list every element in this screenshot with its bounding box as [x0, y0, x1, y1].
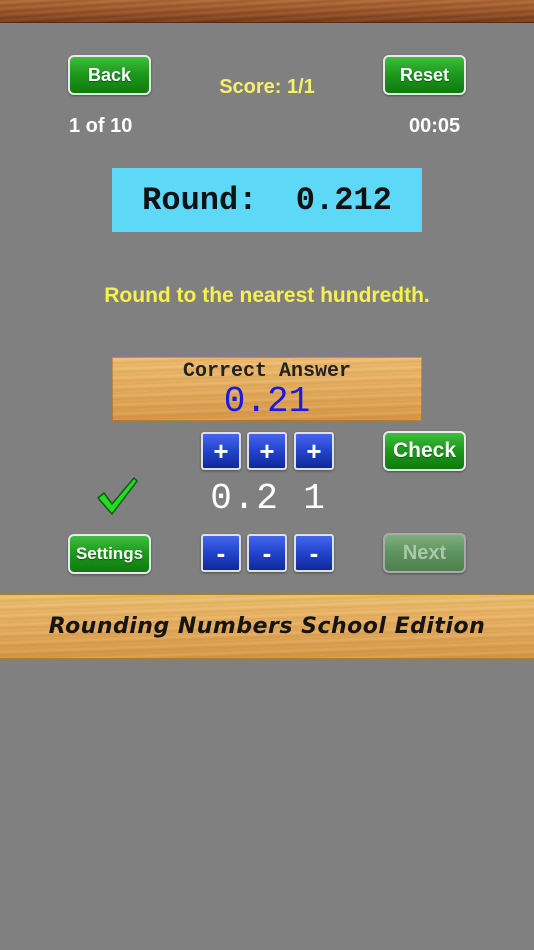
back-button[interactable]: Back — [68, 55, 151, 95]
correct-answer-panel: Correct Answer 0.21 — [112, 357, 422, 422]
answer-digit: 2 — [256, 478, 278, 519]
question-progress: 1 of 10 — [69, 115, 133, 137]
increment-digit-2-button[interactable]: + — [247, 432, 287, 470]
footer-banner: Rounding Numbers School Edition — [0, 594, 534, 659]
next-button[interactable]: Next — [383, 533, 466, 573]
check-button[interactable]: Check — [383, 431, 466, 471]
correct-answer-value: 0.21 — [223, 381, 311, 422]
reset-button[interactable]: Reset — [383, 55, 466, 95]
decrement-digit-1-button[interactable]: - — [201, 534, 241, 572]
instruction-text: Round to the nearest hundredth. — [104, 284, 430, 307]
settings-button[interactable]: Settings — [68, 534, 151, 574]
app-title: Rounding Numbers School Edition — [48, 614, 486, 639]
timer: 00:05 — [409, 115, 461, 137]
score-label: Score: 1/1 — [219, 76, 315, 98]
decrement-digit-2-button[interactable]: - — [247, 534, 287, 572]
answer-digit: 1 — [303, 478, 325, 519]
correct-answer-title: Correct Answer — [182, 360, 352, 383]
round-prompt-box: Round: 0.212 — [112, 168, 422, 232]
top-wood-bar — [0, 0, 534, 23]
decrement-digit-3-button[interactable]: - — [294, 534, 334, 572]
increment-digit-3-button[interactable]: + — [294, 432, 334, 470]
checkmark-icon — [97, 477, 138, 515]
increment-digit-1-button[interactable]: + — [201, 432, 241, 470]
round-prompt: Round: 0.212 — [142, 181, 392, 219]
